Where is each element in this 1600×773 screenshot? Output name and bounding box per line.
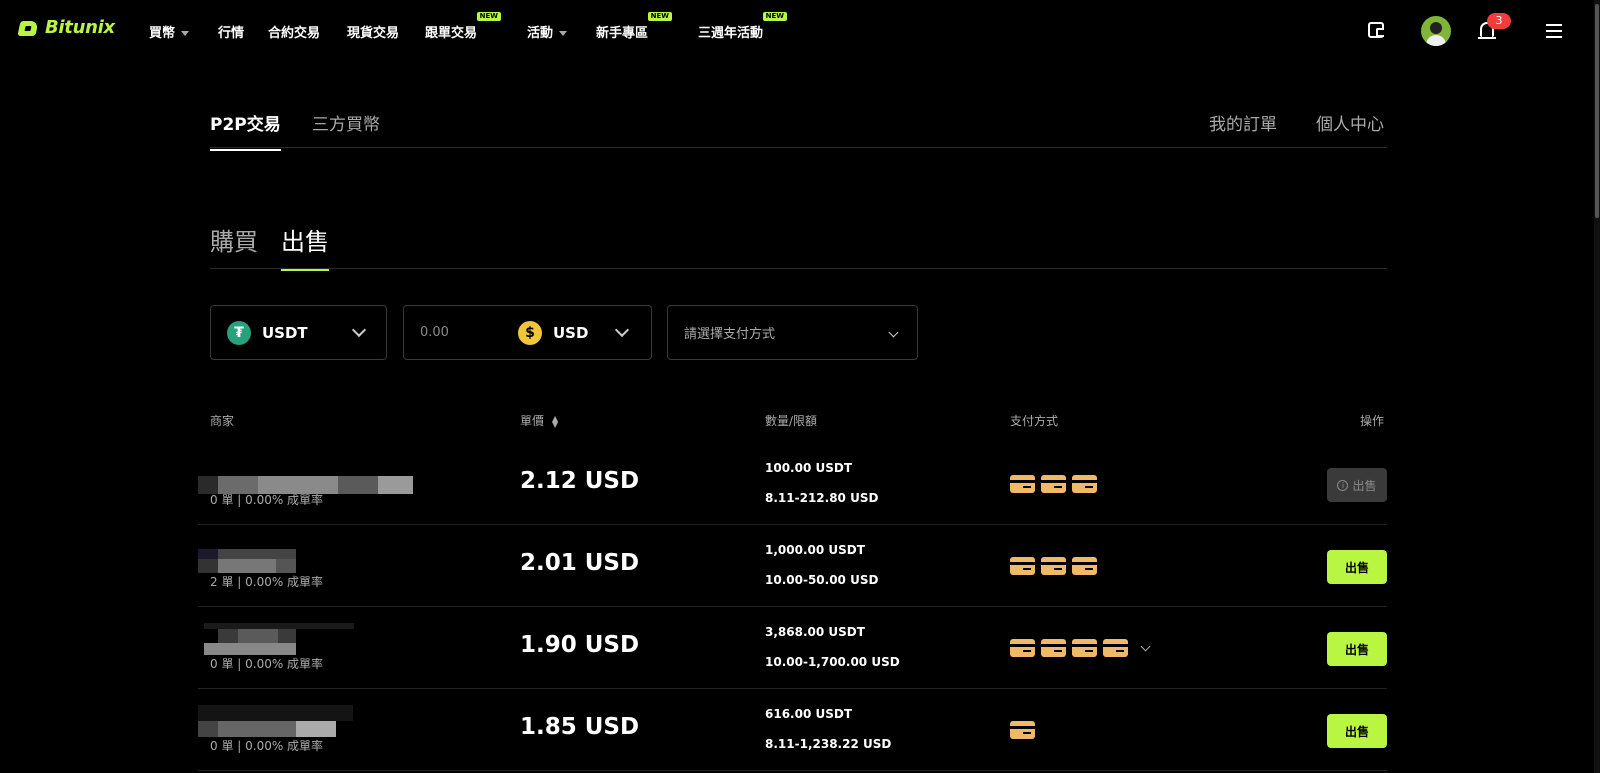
order-limit: 10.00-50.00 USD xyxy=(765,573,879,587)
payment-methods xyxy=(1010,639,1151,657)
unit-price: 2.01 USD xyxy=(520,550,640,576)
usdt-coin-icon: ₮ xyxy=(227,320,251,345)
bank-card-icon xyxy=(1010,639,1035,657)
order-limit: 8.11-1,238.22 USD xyxy=(765,737,892,751)
sell-button[interactable]: 出售 xyxy=(1327,550,1387,584)
avatar[interactable] xyxy=(1421,16,1451,46)
sell-button[interactable]: 出售 xyxy=(1327,714,1387,748)
bank-card-icon xyxy=(1010,475,1035,493)
chevron-down-icon xyxy=(614,322,630,338)
merchant-stats: 0 單 | 0.00% 成單率 xyxy=(210,657,324,671)
bank-card-icon xyxy=(1072,639,1097,657)
info-icon: i xyxy=(1337,479,1349,491)
profile-link[interactable]: 個人中心 xyxy=(1316,110,1384,135)
tab-buy[interactable]: 購買 xyxy=(210,222,258,257)
new-badge: NEW xyxy=(762,12,788,21)
fiat-select-value: USD xyxy=(553,324,589,342)
scrollbar-thumb[interactable] xyxy=(1595,4,1599,218)
table-row: 0 單 | 0.00% 成單率 1.85 USD 616.00 USDT 8.1… xyxy=(198,689,1387,771)
tab-sell[interactable]: 出售 xyxy=(281,222,329,271)
available-quantity: 616.00 USDT xyxy=(765,707,853,721)
nav-item-beginner-zone[interactable]: 新手專區 NEW xyxy=(596,12,673,41)
bank-card-icon xyxy=(1072,475,1097,493)
top-navigation: Bitunix 買幣 行情 合約交易 現貨交易 跟單交易 NEW 活動 新手專區 N… xyxy=(0,0,1600,62)
payment-methods xyxy=(1010,721,1035,739)
bitunix-logo[interactable]: Bitunix xyxy=(17,17,115,38)
payment-method-select[interactable]: 請選擇支付方式 xyxy=(667,305,918,360)
wallet-icon[interactable] xyxy=(1368,22,1384,38)
coin-select[interactable]: ₮ USDT xyxy=(210,305,387,360)
bitunix-logo-icon xyxy=(17,18,39,38)
unit-price: 1.90 USD xyxy=(520,632,640,658)
nav-item-anniversary[interactable]: 三週年活動 NEW xyxy=(698,12,788,41)
order-limit: 10.00-1,700.00 USD xyxy=(765,655,900,669)
payment-methods xyxy=(1010,557,1097,575)
sort-icon: ▲ ▼ xyxy=(552,413,559,429)
my-orders-link[interactable]: 我的訂單 xyxy=(1209,110,1277,135)
bank-card-icon xyxy=(1041,475,1066,493)
payment-methods xyxy=(1010,475,1097,493)
brand-name: Bitunix xyxy=(45,17,115,38)
bank-card-icon xyxy=(1103,639,1128,657)
unit-price: 1.85 USD xyxy=(520,714,640,740)
amount-input[interactable] xyxy=(420,325,510,340)
merchant-stats: 0 單 | 0.00% 成單率 xyxy=(210,493,324,507)
payment-method-placeholder: 請選擇支付方式 xyxy=(684,327,776,342)
header-payment-method: 支付方式 xyxy=(1010,414,1059,428)
new-badge: NEW xyxy=(476,12,502,21)
merchant-stats: 2 單 | 0.00% 成單率 xyxy=(210,575,324,589)
notification-count-badge: 3 xyxy=(1487,13,1511,29)
merchant-stats: 0 單 | 0.00% 成單率 xyxy=(210,739,324,753)
sell-button-disabled[interactable]: i 出售 xyxy=(1327,468,1387,502)
chevron-down-icon xyxy=(351,322,367,338)
tab-third-party[interactable]: 三方買幣 xyxy=(312,110,380,135)
sell-button[interactable]: 出售 xyxy=(1327,632,1387,666)
table-row: 0 單 | 0.00% 成單率 1.90 USD 3,868.00 USDT 1… xyxy=(198,607,1387,689)
chevron-down-icon[interactable] xyxy=(1140,641,1151,651)
header-action: 操作 xyxy=(1360,414,1385,428)
nav-item-futures[interactable]: 合約交易 xyxy=(268,22,320,41)
table-row: 0 單 | 0.00% 成單率 2.12 USD 100.00 USDT 8.1… xyxy=(198,443,1387,525)
header-quantity-limit: 數量/限額 xyxy=(765,414,818,428)
nav-item-copy-trading[interactable]: 跟單交易 NEW xyxy=(425,12,502,41)
chevron-down-icon xyxy=(888,327,899,338)
bank-card-icon xyxy=(1072,557,1097,575)
usd-coin-icon: $ xyxy=(518,321,542,345)
bank-card-icon xyxy=(1041,557,1066,575)
order-limit: 8.11-212.80 USD xyxy=(765,491,879,505)
bank-card-icon xyxy=(1010,721,1035,739)
fiat-select[interactable]: $ USD xyxy=(518,321,651,345)
scrollbar[interactable] xyxy=(1594,0,1600,773)
nav-item-buy-crypto[interactable]: 買幣 xyxy=(149,22,190,41)
available-quantity: 1,000.00 USDT xyxy=(765,543,865,557)
menu-icon[interactable] xyxy=(1546,24,1562,38)
bank-card-icon xyxy=(1041,639,1066,657)
new-badge: NEW xyxy=(647,12,673,21)
unit-price: 2.12 USD xyxy=(520,468,640,494)
bank-card-icon xyxy=(1010,557,1035,575)
main-tabs: P2P交易 三方買幣 我的訂單 個人中心 xyxy=(210,104,1387,151)
nav-item-spot[interactable]: 現貨交易 xyxy=(347,22,399,41)
tab-p2p[interactable]: P2P交易 xyxy=(210,110,281,151)
header-merchant: 商家 xyxy=(210,414,235,428)
available-quantity: 3,868.00 USDT xyxy=(765,625,865,639)
nav-item-events[interactable]: 活動 xyxy=(527,22,568,41)
header-price[interactable]: 單價 ▲ ▼ xyxy=(520,412,558,429)
amount-fiat-filter: $ USD xyxy=(403,305,652,360)
chevron-down-icon xyxy=(559,31,568,36)
coin-select-value: USDT xyxy=(262,323,308,342)
nav-item-markets[interactable]: 行情 xyxy=(218,22,244,41)
table-row: 2 單 | 0.00% 成單率 2.01 USD 1,000.00 USDT 1… xyxy=(198,525,1387,607)
chevron-down-icon xyxy=(181,31,190,36)
available-quantity: 100.00 USDT xyxy=(765,461,853,475)
trade-side-tabs: 購買 出售 xyxy=(210,218,1387,271)
